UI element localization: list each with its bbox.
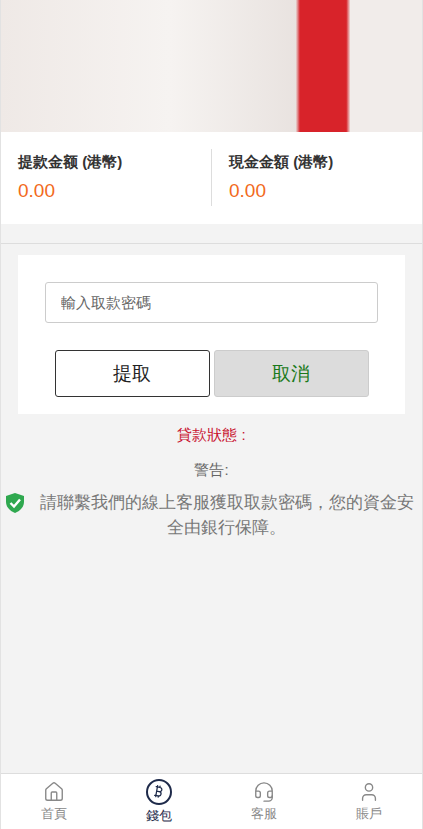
amount-value: 0.00 bbox=[18, 180, 194, 202]
notice-text: 請聯繫我們的線上客服獲取取款密碼，您的資金安全由銀行保障。 bbox=[35, 490, 418, 540]
wallet-page: 提款金额 (港幣) 0.00 現金金額 (港幣) 0.00 提取取消貸款狀態 : 警告: 請… bbox=[0, 0, 423, 829]
nav-item[interactable]: 賬戶 bbox=[317, 774, 422, 829]
banner-photo bbox=[1, 0, 422, 132]
divider bbox=[1, 243, 422, 244]
user-icon bbox=[358, 781, 380, 803]
shield-check-icon bbox=[5, 492, 25, 514]
nav-item[interactable]: 首頁 bbox=[1, 774, 106, 829]
nav-label: 賬戶 bbox=[356, 805, 382, 823]
bottom-nav: 首頁 錢包 客服 賬戶 bbox=[1, 773, 422, 829]
amount-item: 現金金額 (港幣) 0.00 bbox=[211, 149, 422, 206]
nav-item[interactable]: 客服 bbox=[212, 774, 317, 829]
nav-label: 首頁 bbox=[41, 805, 67, 823]
nav-item[interactable]: 錢包 bbox=[106, 774, 211, 829]
amounts-panel: 提款金额 (港幣) 0.00 現金金額 (港幣) 0.00 bbox=[1, 132, 422, 243]
nav-label: 錢包 bbox=[146, 807, 172, 825]
amount-label: 現金金額 (港幣) bbox=[229, 153, 405, 172]
password-input[interactable] bbox=[45, 282, 378, 323]
home-icon bbox=[43, 781, 65, 803]
amount-value: 0.00 bbox=[229, 180, 405, 202]
withdraw-card: 提取取消 bbox=[18, 255, 405, 414]
warning-title: 警告: bbox=[1, 461, 422, 480]
coin-icon bbox=[146, 779, 172, 805]
cancel-button[interactable]: 取消 bbox=[214, 350, 369, 397]
amount-label: 提款金额 (港幣) bbox=[18, 153, 194, 172]
loan-status: 貸款狀態 : bbox=[1, 422, 422, 449]
notice: 請聯繫我們的線上客服獲取取款密碼，您的資金安全由銀行保障。 bbox=[1, 490, 422, 540]
withdraw-button[interactable]: 提取 bbox=[55, 350, 210, 397]
amount-item: 提款金额 (港幣) 0.00 bbox=[1, 149, 211, 206]
button-row: 提取取消 bbox=[45, 350, 378, 397]
nav-label: 客服 bbox=[251, 805, 277, 823]
headset-icon bbox=[253, 781, 275, 803]
